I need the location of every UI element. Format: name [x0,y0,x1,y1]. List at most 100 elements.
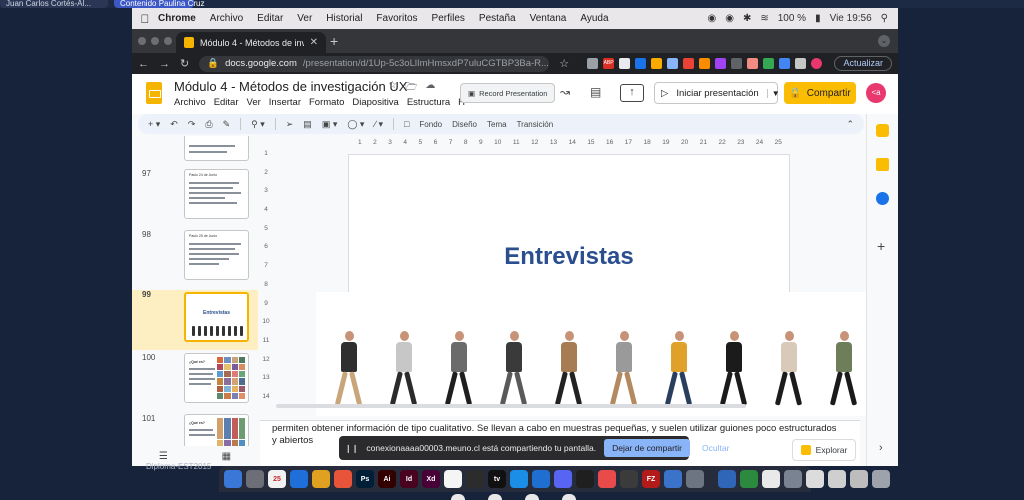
battery-icon[interactable]: ▮ [815,13,821,24]
dock-app-icon[interactable]: FZ [642,470,660,488]
slides-logo-icon[interactable] [146,82,162,104]
filmstrip-view-icon[interactable]: ☰ [159,451,168,462]
extension-icon[interactable] [779,58,791,69]
reload-icon[interactable]: ↻ [180,57,189,70]
extension-icon[interactable] [587,58,599,69]
horizontal-scrollbar[interactable] [276,404,746,408]
dock-app-icon[interactable] [598,470,616,488]
comment-add-icon[interactable]: □ [404,119,409,129]
menu-ayuda[interactable]: Ayuda [580,13,608,24]
dock-app-icon[interactable] [686,470,704,488]
slide-thumbnail-row[interactable]: 97 Paulo 24 de Junio [132,169,258,229]
minimize-window-button[interactable] [151,37,159,45]
dock-app-icon[interactable] [740,470,758,488]
dock-app-icon[interactable] [312,470,330,488]
extension-icon[interactable] [715,58,727,69]
dock-app-icon[interactable] [290,470,308,488]
menu-insert[interactable]: Insertar [269,97,301,108]
menu-app-name[interactable]: Chrome [158,13,196,24]
dock-app-icon[interactable] [532,470,550,488]
menu-editar[interactable]: Editar [257,13,283,24]
new-tab-icon[interactable]: + [330,33,338,49]
menu-file[interactable]: Archivo [174,97,206,108]
extension-icon[interactable] [699,58,711,69]
maximize-window-button[interactable] [164,37,172,45]
dock-app-icon[interactable] [850,470,868,488]
dock-app-icon[interactable] [554,470,572,488]
close-window-button[interactable] [138,37,146,45]
dock-app-icon[interactable] [664,470,682,488]
video-control-dot[interactable] [451,494,465,500]
move-folder-icon[interactable]: 🗁 [405,80,417,97]
dock-app-icon[interactable] [828,470,846,488]
dock-app-icon[interactable] [872,470,890,488]
calendar-addon-icon[interactable] [876,124,889,137]
dock-app-icon[interactable] [806,470,824,488]
profile-avatar-icon[interactable] [811,58,823,69]
record-icon[interactable]: ◉ [725,13,734,24]
camera-extension-icon[interactable] [619,58,631,69]
dock-app-icon[interactable]: Xd [422,470,440,488]
cast-icon[interactable]: ◉ [707,13,716,24]
dock-app-icon[interactable]: tv [488,470,506,488]
participant-tile-active[interactable]: Contenido Paulina Cruz [114,0,205,8]
apple-icon[interactable]:  [132,12,158,26]
dock-app-icon[interactable] [466,470,484,488]
cloud-saved-icon[interactable]: ☁ [425,80,435,97]
print-icon[interactable]: ⎙ [205,119,212,130]
menu-slide[interactable]: Diapositiva [352,97,398,108]
slide-thumbnail[interactable]: Paulo 25 de Junio [184,230,249,280]
comments-icon[interactable]: ▤ [590,85,601,99]
clock[interactable]: Vie 19:56 [830,13,872,24]
document-title[interactable]: Módulo 4 - Métodos de investigación UX [174,79,407,94]
dock-app-icon[interactable] [334,470,352,488]
menu-pestana[interactable]: Pestaña [479,13,516,24]
menu-view[interactable]: Ver [247,97,261,108]
tasks-addon-icon[interactable] [876,192,889,205]
address-bar[interactable]: 🔒 docs.google.com/presentation/d/1Up-5c3… [199,55,550,72]
dock-app-icon[interactable] [444,470,462,488]
background-button[interactable]: Fondo [419,120,442,129]
extension-icon[interactable] [731,58,743,69]
add-present-icon[interactable]: ↑ [620,84,644,102]
dock-app-icon[interactable] [762,470,780,488]
dock-app-icon[interactable] [224,470,242,488]
keep-addon-icon[interactable] [876,158,889,171]
slide-thumbnail-row-selected[interactable]: 99 Entrevistas [132,290,258,350]
activity-trend-icon[interactable]: ↝ [560,85,570,99]
slide-thumbnail[interactable] [184,136,249,161]
extension-icon[interactable] [747,58,759,69]
menu-historial[interactable]: Historial [326,13,362,24]
line-icon[interactable]: ∕ ▾ [374,119,383,130]
walking-people-image[interactable] [316,292,866,416]
wifi-icon[interactable]: ≋ [760,13,768,24]
menu-ver[interactable]: Ver [297,13,312,24]
slide-title[interactable]: Entrevistas [349,243,789,271]
video-control-dot[interactable] [525,494,539,500]
new-slide-icon[interactable]: + ▾ [148,119,160,130]
select-cursor-icon[interactable]: ➢ [286,119,294,130]
expand-panel-icon[interactable]: › [879,442,883,454]
slide-thumbnail-row[interactable]: 98 Paulo 25 de Junio [132,230,258,290]
zoom-icon[interactable]: ⚲ ▾ [251,119,265,130]
explore-button[interactable]: Explorar [792,439,856,461]
menu-arrange[interactable]: Estructura [407,97,450,108]
grid-view-icon[interactable]: ▦ [222,451,231,462]
slide-thumbnail-row[interactable]: 100 ¿Qué es? [132,353,258,413]
horizontal-ruler[interactable]: 1 2 3 4 5 6 7 8 9 10 11 12 13 14 15 16 17 18 19 20 21 22 23 24 2… [276,136,860,148]
undo-icon[interactable]: ↶ [170,119,178,130]
bookmark-star-icon[interactable]: ☆ [559,57,569,70]
extension-icon[interactable] [683,58,695,69]
extension-icon[interactable] [667,58,679,69]
tab-search-icon[interactable]: ⌄ [878,35,890,47]
dock-app-icon[interactable] [620,470,638,488]
menu-ventana[interactable]: Ventana [530,13,567,24]
dock-app-icon[interactable] [576,470,594,488]
star-icon[interactable]: ☆ [388,80,397,97]
shape-icon[interactable]: ◯ ▾ [347,119,364,130]
dock-app-icon[interactable]: Ps [356,470,374,488]
dock-app-icon[interactable] [510,470,528,488]
video-control-dot[interactable] [562,494,576,500]
user-avatar[interactable]: <a [866,83,886,103]
spotlight-search-icon[interactable]: ⚲ [881,13,888,24]
